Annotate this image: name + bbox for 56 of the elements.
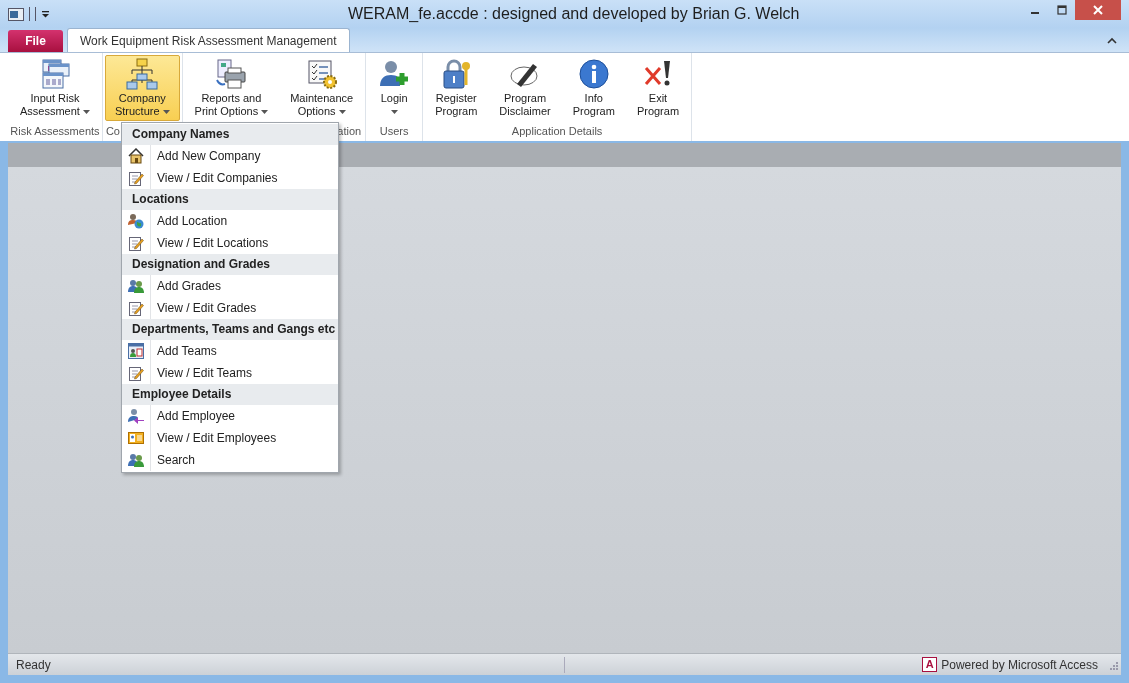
- menu-section-header: Company Names: [122, 124, 338, 145]
- ribbon-button[interactable]: Reports and Print Options: [184, 55, 279, 121]
- collapse-ribbon-icon[interactable]: [1107, 37, 1117, 44]
- ribbon-button[interactable]: Maintenance Options: [280, 55, 364, 121]
- ribbon-button[interactable]: Register Program: [425, 55, 488, 121]
- menu-item[interactable]: View / Edit Employees: [122, 427, 338, 449]
- app-icon[interactable]: [8, 7, 24, 21]
- house-icon: [128, 148, 144, 164]
- window-title: WERAM_fe.accde : designed and developed by Brian G. Welch: [348, 5, 801, 23]
- group-label: Risk Assessments: [10, 124, 100, 139]
- ribbon-button[interactable]: Company Structure: [104, 55, 180, 121]
- group-label: Application Details: [511, 124, 603, 139]
- menu-section-header: Locations: [122, 189, 338, 210]
- file-tab[interactable]: File: [8, 30, 63, 52]
- org-chart-icon: [126, 58, 159, 90]
- people-icon: [128, 278, 144, 294]
- group-label: ation: [337, 124, 362, 139]
- ribbon-button[interactable]: Input Risk Assessment: [10, 55, 100, 121]
- checklist-gear-icon: [305, 58, 338, 90]
- group-label: Users: [379, 124, 409, 139]
- menu-section-header: Designation and Grades: [122, 254, 338, 275]
- maximize-icon: [1056, 5, 1067, 15]
- ribbon-button[interactable]: Login: [368, 55, 421, 121]
- user-arrow-icon: [128, 408, 144, 424]
- edit-icon: [128, 235, 144, 251]
- status-text: Ready: [15, 657, 52, 672]
- edit-icon: [128, 365, 144, 381]
- close-icon: [1093, 5, 1103, 15]
- menu-item[interactable]: Add New Company: [122, 145, 338, 167]
- powered-by-text: Powered by Microsoft Access: [941, 657, 1099, 672]
- people-globe-icon: [128, 213, 144, 229]
- team-form-icon: [128, 343, 144, 359]
- ribbon-button[interactable]: Exit Program: [626, 55, 690, 121]
- ribbon-button[interactable]: Info Program: [562, 55, 625, 121]
- menu-item[interactable]: Search: [122, 449, 338, 471]
- menu-section-header: Employee Details: [122, 384, 338, 405]
- group-label: Co: [105, 124, 120, 139]
- contact-card-icon: [128, 430, 144, 446]
- padlock-key-icon: [440, 58, 473, 90]
- resize-grip-icon[interactable]: [1108, 659, 1118, 670]
- edit-icon: [128, 170, 144, 186]
- people-icon: [128, 452, 144, 468]
- printer-icon: [215, 58, 248, 90]
- customize-toolbar-icon[interactable]: [41, 10, 50, 18]
- info-icon: [577, 58, 610, 90]
- menu-item[interactable]: Add Grades: [122, 275, 338, 297]
- ribbon-button[interactable]: Program Disclaimer: [489, 55, 561, 121]
- close-button[interactable]: [1075, 0, 1121, 20]
- minimize-icon: [1030, 12, 1039, 14]
- menu-item[interactable]: Add Teams: [122, 340, 338, 362]
- menu-item[interactable]: Add Location: [122, 210, 338, 232]
- ribbon-tab[interactable]: Work Equipment Risk Assessment Management: [67, 28, 350, 52]
- edit-icon: [128, 300, 144, 316]
- menu-section-header: Departments, Teams and Gangs etc: [122, 319, 338, 340]
- app-logo-icon: A: [922, 657, 938, 672]
- menu-item[interactable]: Add Employee: [122, 405, 338, 427]
